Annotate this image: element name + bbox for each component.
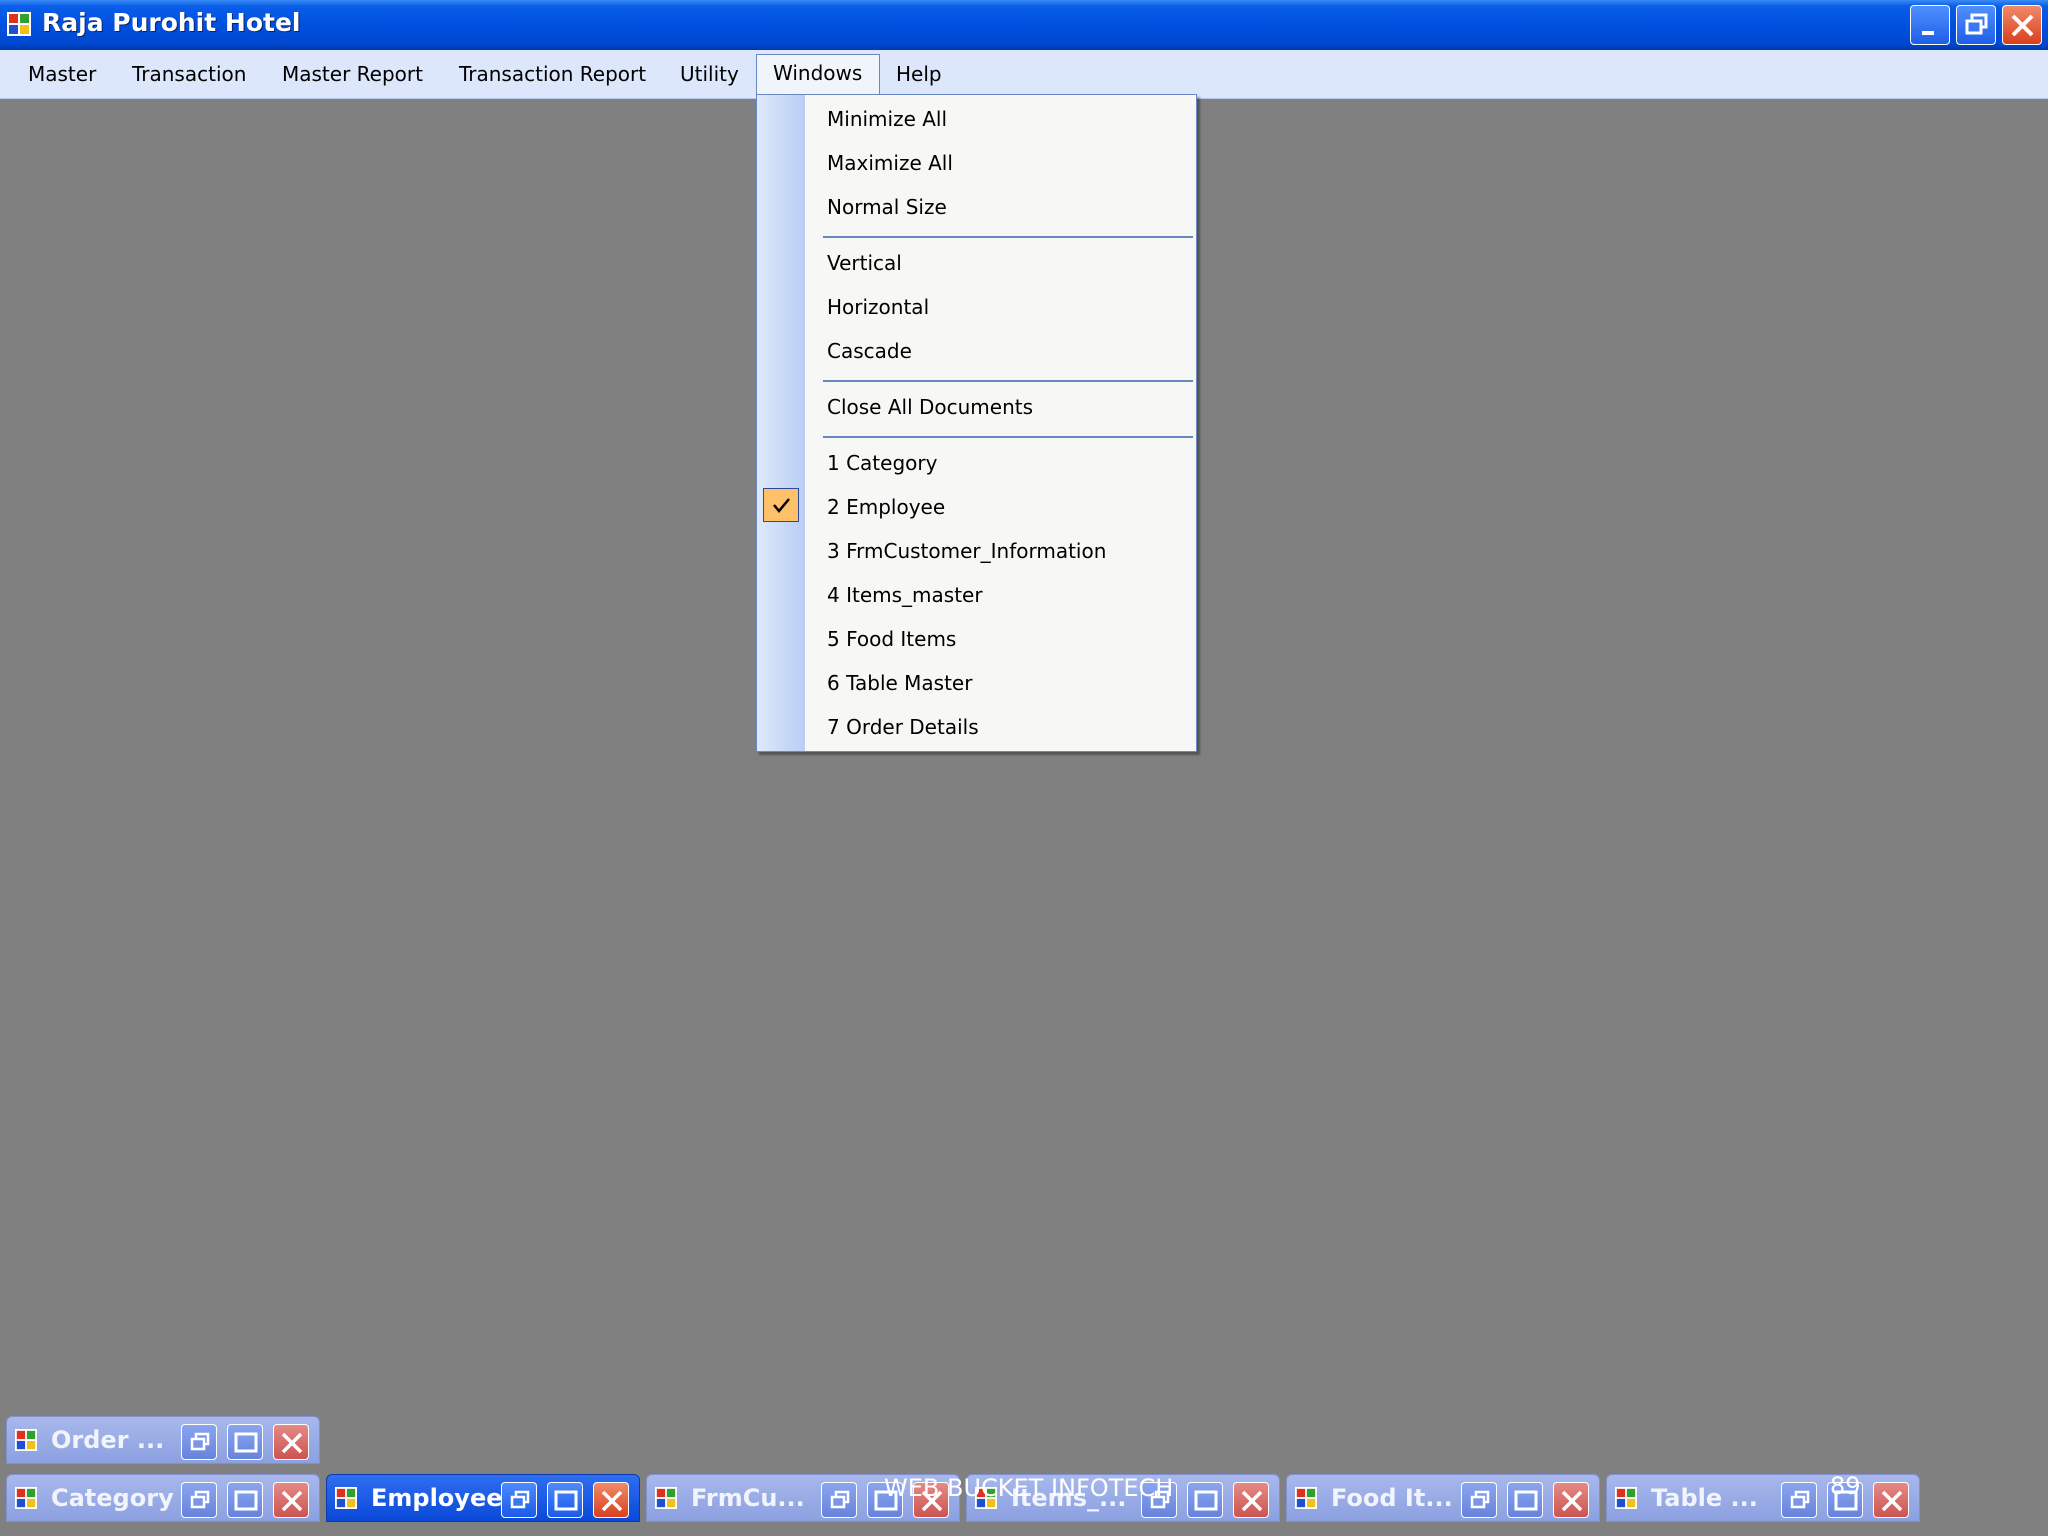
app-window-icon <box>335 1487 357 1509</box>
maximize-icon <box>234 1432 258 1453</box>
overlay-number: 89 <box>1830 1472 1861 1500</box>
menu-utility[interactable]: Utility <box>672 59 747 95</box>
checkmark-icon <box>763 488 799 522</box>
close-button[interactable] <box>1553 1482 1589 1518</box>
close-button[interactable] <box>2002 5 2042 45</box>
app-window-icon <box>15 1429 37 1451</box>
minimized-window-title: Employee <box>371 1484 503 1512</box>
app-window-icon <box>655 1487 677 1509</box>
menu-item-window-category[interactable]: 1 Category <box>827 451 937 475</box>
maximize-button[interactable] <box>227 1482 263 1518</box>
minimized-window-employee[interactable]: Employee <box>326 1474 640 1522</box>
close-button[interactable] <box>273 1424 309 1460</box>
close-icon <box>2011 14 2034 37</box>
menu-item-window-customer-information[interactable]: 3 FrmCustomer_Information <box>827 539 1106 563</box>
restore-button[interactable] <box>1956 5 1996 45</box>
menu-gutter <box>757 95 805 751</box>
close-icon <box>1881 1490 1903 1512</box>
maximize-icon <box>234 1490 258 1511</box>
close-icon <box>1561 1490 1583 1512</box>
maximize-button[interactable] <box>547 1482 583 1518</box>
minimized-window-food-items[interactable]: Food It... <box>1286 1474 1600 1522</box>
menu-transaction[interactable]: Transaction <box>124 59 254 95</box>
menu-item-horizontal[interactable]: Horizontal <box>827 295 929 319</box>
minimized-window-title: Table ... <box>1651 1484 1758 1512</box>
menu-separator <box>823 380 1193 382</box>
close-button[interactable] <box>593 1482 629 1518</box>
close-icon <box>1241 1490 1263 1512</box>
menu-transaction-report[interactable]: Transaction Report <box>451 59 654 95</box>
restore-icon <box>510 1490 530 1509</box>
menu-item-vertical[interactable]: Vertical <box>827 251 902 275</box>
close-icon <box>281 1490 303 1512</box>
menu-item-window-employee[interactable]: 2 Employee <box>827 495 945 519</box>
watermark-text: WEB BUCKET INFOTECH <box>884 1474 1174 1502</box>
windows-dropdown-menu: Minimize All Maximize All Normal Size Ve… <box>756 94 1197 752</box>
menu-item-window-order-details[interactable]: 7 Order Details <box>827 715 979 739</box>
window-title: Raja Purohit Hotel <box>42 8 301 37</box>
restore-button[interactable] <box>501 1482 537 1518</box>
close-button[interactable] <box>1233 1482 1269 1518</box>
maximize-icon <box>1194 1490 1218 1511</box>
app-window-icon <box>1615 1487 1637 1509</box>
maximize-button[interactable] <box>227 1424 263 1460</box>
restore-button[interactable] <box>181 1482 217 1518</box>
close-button[interactable] <box>1873 1482 1909 1518</box>
menu-windows[interactable]: Windows <box>756 54 880 98</box>
app-window-icon <box>1295 1487 1317 1509</box>
menu-item-minimize-all[interactable]: Minimize All <box>827 107 947 131</box>
restore-button[interactable] <box>1781 1482 1817 1518</box>
menu-help[interactable]: Help <box>888 59 950 95</box>
close-button[interactable] <box>273 1482 309 1518</box>
menu-item-maximize-all[interactable]: Maximize All <box>827 151 953 175</box>
menu-separator <box>823 236 1193 238</box>
restore-icon <box>1790 1490 1810 1509</box>
minimized-window-title: Category <box>51 1484 174 1512</box>
menu-item-cascade[interactable]: Cascade <box>827 339 912 363</box>
maximize-icon <box>1514 1490 1538 1511</box>
app-window-icon <box>15 1487 37 1509</box>
minimized-window-table-master[interactable]: Table ... <box>1606 1474 1920 1522</box>
menu-item-window-table-master[interactable]: 6 Table Master <box>827 671 972 695</box>
menu-separator <box>823 436 1193 438</box>
minimized-window-title: FrmCu... <box>691 1484 805 1512</box>
restore-button[interactable] <box>181 1424 217 1460</box>
menu-item-close-all-documents[interactable]: Close All Documents <box>827 395 1033 419</box>
restore-button[interactable] <box>1461 1482 1497 1518</box>
restore-icon <box>1470 1490 1490 1509</box>
minimized-window-order-details[interactable]: Order ... <box>6 1416 320 1464</box>
restore-icon <box>190 1432 210 1451</box>
minimize-button[interactable] <box>1910 5 1950 45</box>
close-icon <box>601 1490 623 1512</box>
minimized-window-title: Food It... <box>1331 1484 1453 1512</box>
menu-item-window-items-master[interactable]: 4 Items_master <box>827 583 983 607</box>
minimized-window-title: Order ... <box>51 1426 165 1454</box>
maximize-icon <box>554 1490 578 1511</box>
restore-icon <box>830 1490 850 1509</box>
restore-icon <box>190 1490 210 1509</box>
menu-item-normal-size[interactable]: Normal Size <box>827 195 947 219</box>
maximize-button[interactable] <box>1187 1482 1223 1518</box>
minimize-icon <box>1922 31 1934 35</box>
maximize-button[interactable] <box>1507 1482 1543 1518</box>
app-window-icon <box>7 12 31 36</box>
restore-button[interactable] <box>821 1482 857 1518</box>
title-bar[interactable]: Raja Purohit Hotel <box>0 0 2048 50</box>
minimized-window-category[interactable]: Category <box>6 1474 320 1522</box>
restore-icon <box>1965 13 1988 35</box>
menu-item-window-food-items[interactable]: 5 Food Items <box>827 627 956 651</box>
menu-master-report[interactable]: Master Report <box>274 59 431 95</box>
menu-master[interactable]: Master <box>20 59 104 95</box>
close-icon <box>281 1432 303 1454</box>
